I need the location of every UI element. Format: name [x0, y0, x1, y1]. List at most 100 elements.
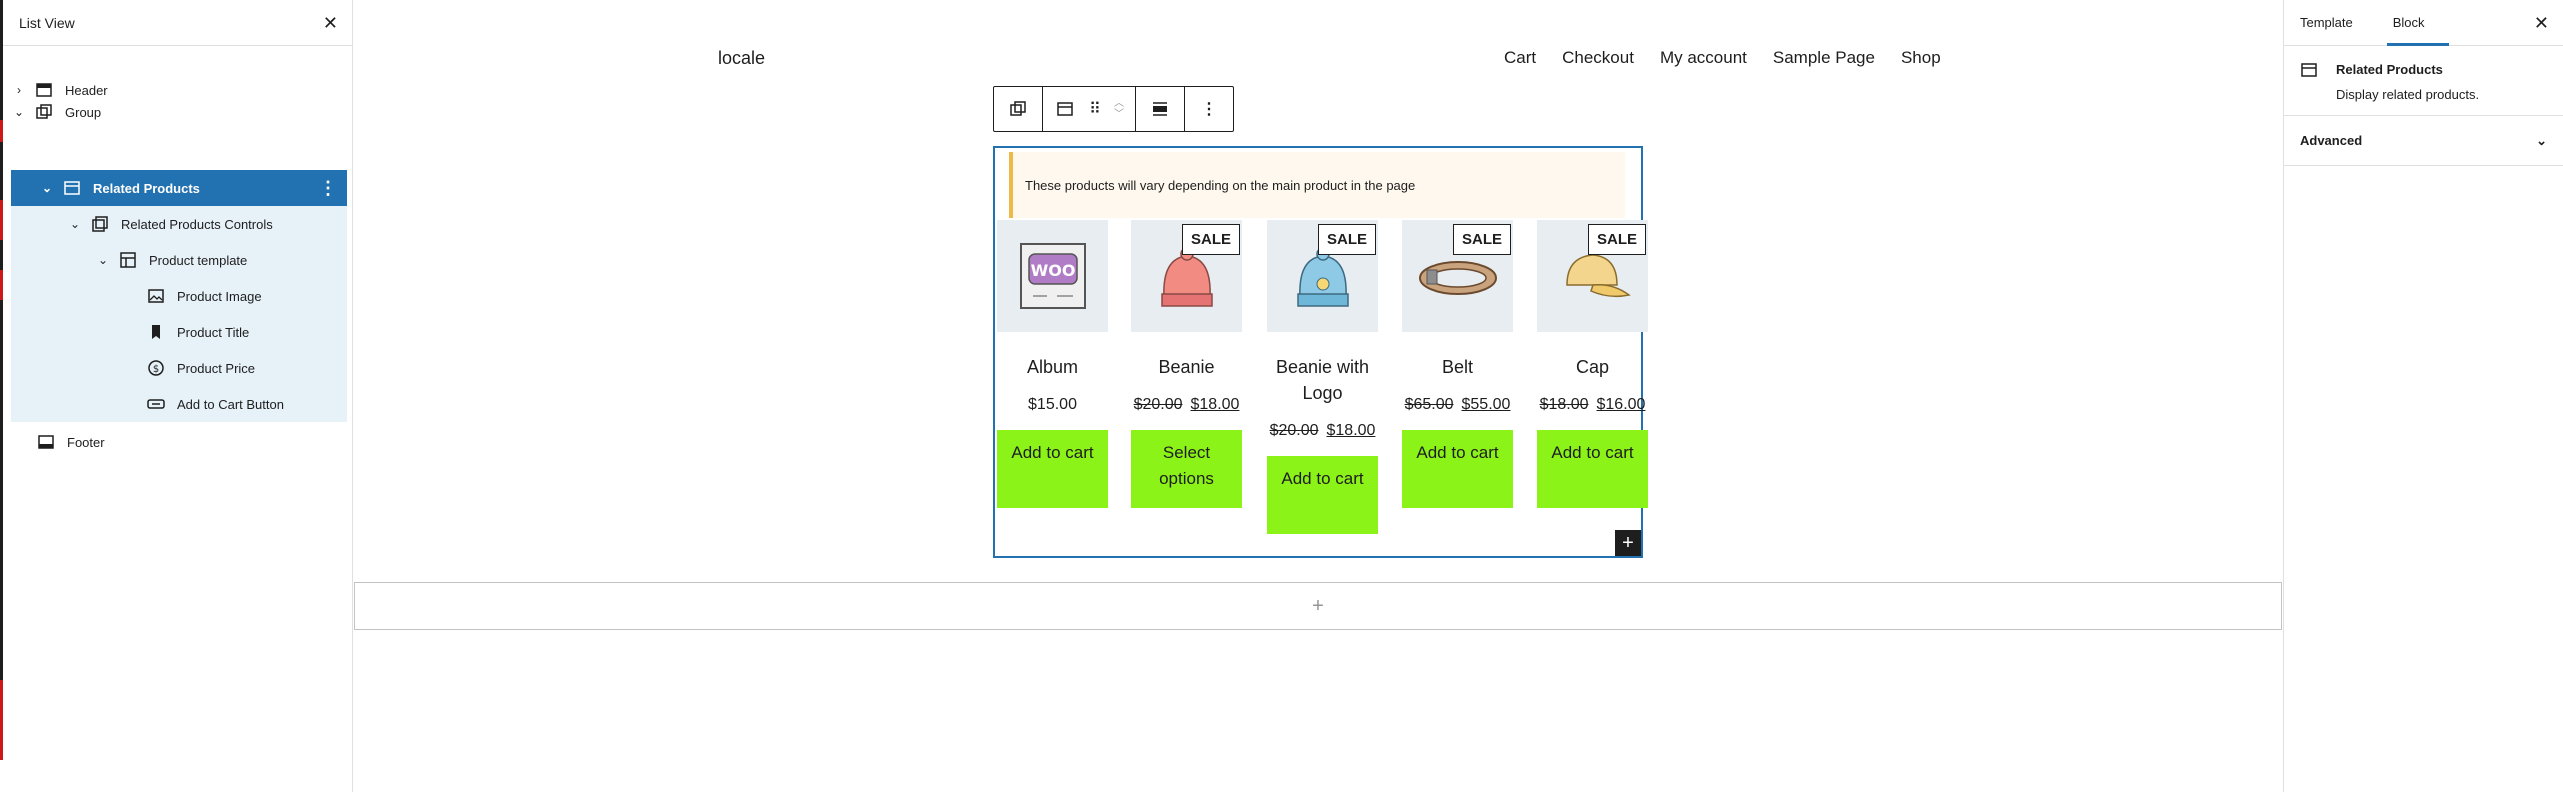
list-item-related-products-controls[interactable]: ⌄ Related Products Controls — [11, 206, 347, 242]
sale-badge: SALE — [1181, 224, 1240, 255]
list-item-product-title[interactable]: Product Title — [11, 314, 347, 350]
controls-icon — [91, 216, 109, 232]
tab-template[interactable]: Template — [2300, 0, 2353, 45]
add-to-cart-button[interactable]: Add to cart — [1402, 430, 1513, 508]
svg-text:$: $ — [153, 364, 159, 375]
site-title[interactable]: locale — [718, 48, 765, 69]
sale-badge: SALE — [1587, 224, 1646, 255]
add-to-cart-button[interactable]: Add to cart — [997, 430, 1108, 508]
product-price: $65.00 $55.00 — [1402, 396, 1513, 414]
list-item-label: Product Title — [177, 324, 250, 340]
product-price: $20.00 $18.00 — [1267, 422, 1378, 440]
move-up-down-icon[interactable]: ︿ ﹀ — [1107, 87, 1131, 131]
block-appender[interactable]: + — [354, 582, 2282, 630]
chevron-down-icon[interactable]: ⌄ — [95, 253, 111, 267]
product-image[interactable]: WOO — [997, 220, 1108, 332]
list-item-label: Product template — [149, 252, 248, 268]
product-image[interactable]: SALE — [1537, 220, 1648, 332]
layout-icon — [119, 252, 137, 268]
close-icon[interactable]: ✕ — [323, 14, 338, 32]
list-item-related-products[interactable]: ⌄ Related Products ⋮ — [11, 170, 347, 206]
product-image[interactable]: SALE — [1402, 220, 1513, 332]
price-current: $16.00 — [1596, 396, 1646, 413]
product-title[interactable]: Album — [997, 354, 1108, 380]
chevron-down-icon[interactable]: ⌄ — [39, 181, 55, 195]
product-card[interactable]: SALE Belt $65.00 $55.00 Add to cart — [1402, 220, 1513, 508]
chevron-down-icon[interactable]: ⌄ — [67, 217, 83, 231]
svg-text:WOO: WOO — [1030, 261, 1075, 280]
nav-my-account[interactable]: My account — [1660, 48, 1747, 68]
product-image[interactable]: SALE — [1267, 220, 1378, 332]
related-products-icon — [2300, 62, 2318, 78]
button-icon — [147, 396, 165, 412]
list-item-product-price[interactable]: $ Product Price — [11, 350, 347, 386]
product-grid: WOO Album $15.00 Add to cart SALE Beanie… — [995, 220, 1648, 550]
product-card[interactable]: SALE Cap $18.00 $16.00 Add to cart — [1537, 220, 1648, 508]
currency-icon: $ — [147, 360, 165, 376]
list-item-label: Add to Cart Button — [177, 396, 284, 412]
product-card[interactable]: SALE Beanie with Logo $20.00 $18.00 Add t… — [1267, 220, 1378, 534]
price-old: $20.00 — [1269, 422, 1319, 439]
toolbar-block-group: ⠿ ︿ ﹀ — [1043, 87, 1136, 131]
footer-icon — [37, 434, 55, 450]
product-title[interactable]: Beanie — [1131, 354, 1242, 380]
list-item-footer[interactable]: Footer — [11, 424, 347, 460]
related-products-icon[interactable] — [1047, 87, 1083, 131]
product-card[interactable]: WOO Album $15.00 Add to cart — [997, 220, 1108, 508]
belt-image-icon — [1418, 261, 1497, 295]
block-toolbar: ⠿ ︿ ﹀ ⋮ — [993, 86, 1234, 132]
product-title[interactable]: Beanie with Logo — [1267, 354, 1378, 406]
list-item-label: Related Products — [93, 180, 200, 196]
list-item-product-image[interactable]: Product Image — [11, 278, 347, 314]
add-to-cart-button[interactable]: Add to cart — [1267, 456, 1378, 534]
block-card-description: Display related products. — [2336, 87, 2480, 102]
toolbar-align-group — [1136, 87, 1185, 131]
price-current: $55.00 — [1461, 396, 1511, 413]
group-icon — [35, 104, 53, 120]
image-icon — [147, 288, 165, 304]
notice-banner: These products will vary depending on th… — [1009, 152, 1625, 218]
list-item-group[interactable]: ⌄ Group — [11, 94, 347, 130]
advanced-label: Advanced — [2300, 133, 2363, 148]
list-view-panel: List View ✕ › Header ⌄ Group ⌄ Related P… — [3, 0, 353, 792]
sale-badge: SALE — [1317, 224, 1376, 255]
price-old: $65.00 — [1404, 396, 1454, 413]
add-block-icon[interactable]: + — [1615, 530, 1641, 556]
settings-tabs: Template Block ✕ — [2284, 0, 2563, 46]
product-price: $20.00 $18.00 — [1131, 396, 1242, 414]
list-item-label: Product Image — [177, 288, 262, 304]
product-title[interactable]: Belt — [1402, 354, 1513, 380]
block-card: Related Products Display related product… — [2284, 46, 2563, 116]
select-parent-icon[interactable] — [1000, 87, 1036, 131]
list-item-add-to-cart-button[interactable]: Add to Cart Button — [11, 386, 347, 422]
nav-shop[interactable]: Shop — [1901, 48, 1941, 68]
add-to-cart-button[interactable]: Add to cart — [1537, 430, 1648, 508]
nav-cart[interactable]: Cart — [1504, 48, 1536, 68]
related-products-icon — [63, 180, 81, 196]
nav-sample-page[interactable]: Sample Page — [1773, 48, 1875, 68]
align-icon[interactable] — [1142, 87, 1178, 131]
tab-block[interactable]: Block — [2386, 0, 2449, 46]
price-current: $15.00 — [1028, 396, 1077, 413]
drag-handle-icon[interactable]: ⠿ — [1083, 87, 1107, 131]
product-title[interactable]: Cap — [1537, 354, 1648, 380]
plus-icon: + — [1312, 594, 1324, 617]
price-old: $20.00 — [1133, 396, 1183, 413]
product-card[interactable]: SALE Beanie $20.00 $18.00 Select options — [1131, 220, 1242, 508]
related-products-block[interactable]: These products will vary depending on th… — [993, 146, 1648, 558]
close-icon[interactable]: ✕ — [2534, 14, 2549, 32]
toolbar-options-group: ⋮ — [1185, 87, 1233, 131]
advanced-panel-toggle[interactable]: Advanced ⌄ — [2284, 116, 2563, 166]
more-options-icon[interactable]: ⋮ — [1191, 87, 1227, 131]
album-image-icon: WOO — [1019, 243, 1086, 309]
product-image[interactable]: SALE — [1131, 220, 1242, 332]
select-options-button[interactable]: Select options — [1131, 430, 1242, 508]
more-options-icon[interactable]: ⋮ — [319, 178, 337, 199]
bookmark-icon — [147, 324, 165, 340]
list-item-product-template[interactable]: ⌄ Product template — [11, 242, 347, 278]
list-view-header: List View ✕ — [3, 0, 352, 46]
nav-checkout[interactable]: Checkout — [1562, 48, 1634, 68]
block-card-title: Related Products — [2336, 62, 2443, 77]
site-navigation: Cart Checkout My account Sample Page Sho… — [1504, 48, 1941, 68]
chevron-down-icon[interactable]: ⌄ — [11, 105, 27, 119]
